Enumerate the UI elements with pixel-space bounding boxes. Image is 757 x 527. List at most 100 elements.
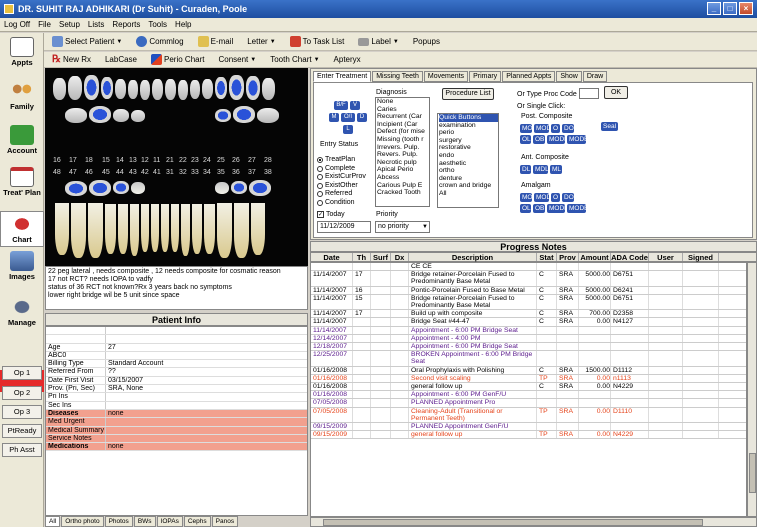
scroll-thumb[interactable]	[749, 453, 756, 493]
sidebar-item-account[interactable]: Account	[0, 125, 44, 155]
proc-code-input[interactable]	[579, 88, 599, 99]
scroll-thumb[interactable]	[323, 519, 703, 526]
diagnosis-item[interactable]: Irrevers. Pulp.	[377, 144, 429, 152]
table-row[interactable]: 07/05/2008 PLANNED Appointment Pro	[311, 399, 746, 408]
table-row[interactable]: 12/14/2007 Appointment - 4:00 PM	[311, 334, 746, 344]
surface-button-d[interactable]: D	[357, 113, 367, 122]
post-comp-mod[interactable]: MOD	[534, 124, 551, 133]
post-comp-ob[interactable]: OB	[533, 135, 545, 144]
patient-info-row[interactable]: Med Urgent	[46, 418, 307, 427]
quick-button-category[interactable]: restorative	[439, 144, 498, 152]
letter-button[interactable]: Letter ▼	[243, 35, 279, 48]
sidebar-item-images[interactable]: Images	[0, 251, 44, 281]
chevron-down-icon[interactable]: ▼	[250, 57, 256, 63]
treatment-tab[interactable]: Show	[556, 71, 582, 82]
menu-file[interactable]: File	[38, 20, 51, 29]
surface-button-m[interactable]: M	[329, 113, 339, 122]
sidebar-item-chart[interactable]: Chart	[0, 211, 44, 247]
chevron-down-icon[interactable]: ▼	[116, 39, 122, 45]
amalgam-ob[interactable]: OB	[533, 204, 545, 213]
commlog-button[interactable]: Commlog	[132, 34, 187, 49]
patient-info-row[interactable]: Diseases none	[46, 409, 307, 419]
quick-button-category[interactable]: aesthetic	[439, 160, 498, 168]
surface-button-v[interactable]: V	[350, 101, 360, 110]
quick-button-category[interactable]: crown and bridge	[439, 182, 498, 190]
diagnosis-item[interactable]: Necrotic pulp	[377, 159, 429, 167]
today-checkbox[interactable]: ✓ Today	[317, 211, 345, 218]
patient-info-row[interactable]: Medical Summary	[46, 426, 307, 435]
table-row[interactable]: CE CE	[311, 263, 746, 272]
labcase-button[interactable]: LabCase	[101, 53, 141, 66]
entry-status-radio[interactable]: ExistOther	[317, 182, 366, 191]
table-row[interactable]: 09/15/2009 general follow up TP SRA 0.00 N422…	[311, 431, 746, 440]
treatment-tab[interactable]: Movements	[423, 71, 469, 82]
minimize-button[interactable]: _	[707, 2, 721, 15]
new-rx-button[interactable]: ℞ New Rx	[48, 52, 95, 67]
close-button[interactable]: ×	[739, 2, 753, 15]
patient-info-row[interactable]: ABC0	[46, 351, 307, 361]
amalgam-o[interactable]: O	[551, 193, 560, 202]
diagnosis-item[interactable]: None	[377, 98, 429, 106]
patient-info-row[interactable]: Date First Visit 03/15/2007	[46, 376, 307, 386]
image-tab[interactable]: Panos	[211, 516, 239, 527]
table-row[interactable]: 01/16/2008 Oral Prophylaxis with Polishin…	[311, 366, 746, 375]
patient-info-row[interactable]: Pri Ins	[46, 393, 307, 402]
progress-notes-grid[interactable]: CE CE 11/14/2007 17 Bridge retainer-Porcela…	[310, 262, 747, 517]
diagnosis-item[interactable]: Defect (for mise	[377, 128, 429, 136]
column-header[interactable]: Signed	[683, 253, 719, 262]
amalgam-modl[interactable]: MODL	[547, 204, 568, 213]
patient-info-row[interactable]	[46, 327, 307, 336]
treatment-tab[interactable]: Missing Teeth	[372, 71, 423, 82]
sidebar-item-family[interactable]: Family	[0, 81, 44, 111]
post-comp-modl[interactable]: MODL	[547, 135, 568, 144]
patient-info-row[interactable]: Age 27	[46, 343, 307, 352]
diagnosis-item[interactable]: Missing (tooth r	[377, 136, 429, 144]
maximize-button[interactable]: □	[723, 2, 737, 15]
quick-button-category[interactable]: ortho	[439, 167, 498, 175]
apteryx-button[interactable]: Apteryx	[330, 53, 365, 66]
table-row[interactable]: 11/14/2007 17 Bridge retainer-Porcelain Fu…	[311, 271, 746, 287]
tooth-chart[interactable]: 16 17 18 15 14 13 12 11 21 22 23 24 25 2…	[45, 68, 308, 266]
table-row[interactable]: 12/18/2007 Appointment - 6:00 PM Bridge S…	[311, 343, 746, 352]
diagnosis-item[interactable]: Carious Pulp E	[377, 182, 429, 190]
patient-info-row[interactable]: Service Notes	[46, 434, 307, 444]
op3-button[interactable]: Op 3	[2, 405, 42, 419]
tooth-chart-button[interactable]: Tooth Chart ▼	[266, 53, 323, 66]
patient-info-row[interactable]: Referred From??	[46, 368, 307, 377]
sidebar-item-treat-plan[interactable]: Treat' Plan	[0, 167, 44, 197]
column-header[interactable]: ADA Code	[611, 253, 649, 262]
column-header[interactable]: Surf	[371, 253, 391, 262]
treatment-tab[interactable]: Draw	[582, 71, 608, 82]
patient-info-row[interactable]: Sec Ins	[46, 401, 307, 410]
pt-ready-button[interactable]: PtReady	[2, 424, 42, 438]
table-row[interactable]: 01/16/2008 Appointment - 6:00 PM GenF/U	[311, 391, 746, 400]
entry-status-radio[interactable]: Referred	[317, 190, 366, 199]
image-tab[interactable]: Photos	[104, 516, 133, 527]
op2-button[interactable]: Op 2	[2, 386, 42, 400]
patient-info-row[interactable]: Medications none	[46, 443, 307, 452]
diagnosis-item[interactable]: Caries	[377, 106, 429, 114]
menu-lists[interactable]: Lists	[88, 20, 104, 29]
progress-notes-vscroll[interactable]	[747, 262, 757, 517]
popups-button[interactable]: Popups	[409, 35, 444, 48]
op1-button[interactable]: Op 1	[2, 366, 42, 380]
post-comp-ol[interactable]: OL	[520, 135, 531, 144]
entry-status-radio[interactable]: Complete	[317, 165, 366, 174]
quick-button-category[interactable]: All	[439, 190, 498, 198]
quick-button-category[interactable]: perio	[439, 129, 498, 137]
amalgam-mod[interactable]: MOD	[534, 193, 551, 202]
consent-button[interactable]: Consent ▼	[214, 53, 260, 66]
table-row[interactable]: 11/14/2007 15 Bridge retainer-Porcelain Fu…	[311, 294, 746, 311]
post-comp-mo[interactable]: MO	[520, 124, 532, 133]
quick-button-category[interactable]: Quick Buttons	[439, 114, 498, 122]
quick-button-category[interactable]: endo	[439, 152, 498, 160]
patient-info-row[interactable]: Billing Type Standard Account	[46, 360, 307, 369]
column-header[interactable]: Dx	[391, 253, 409, 262]
perio-chart-button[interactable]: Perio Chart	[147, 52, 208, 67]
table-row[interactable]: 11/14/2007 Appointment - 6:00 PM Bridge S…	[311, 326, 746, 335]
post-comp-o[interactable]: O	[551, 124, 560, 133]
amalgam-modb[interactable]: MODB	[567, 204, 589, 213]
post-comp-modb[interactable]: MODB	[567, 135, 589, 144]
to-task-list-button[interactable]: To Task List	[286, 34, 349, 49]
menu-reports[interactable]: Reports	[112, 20, 140, 29]
